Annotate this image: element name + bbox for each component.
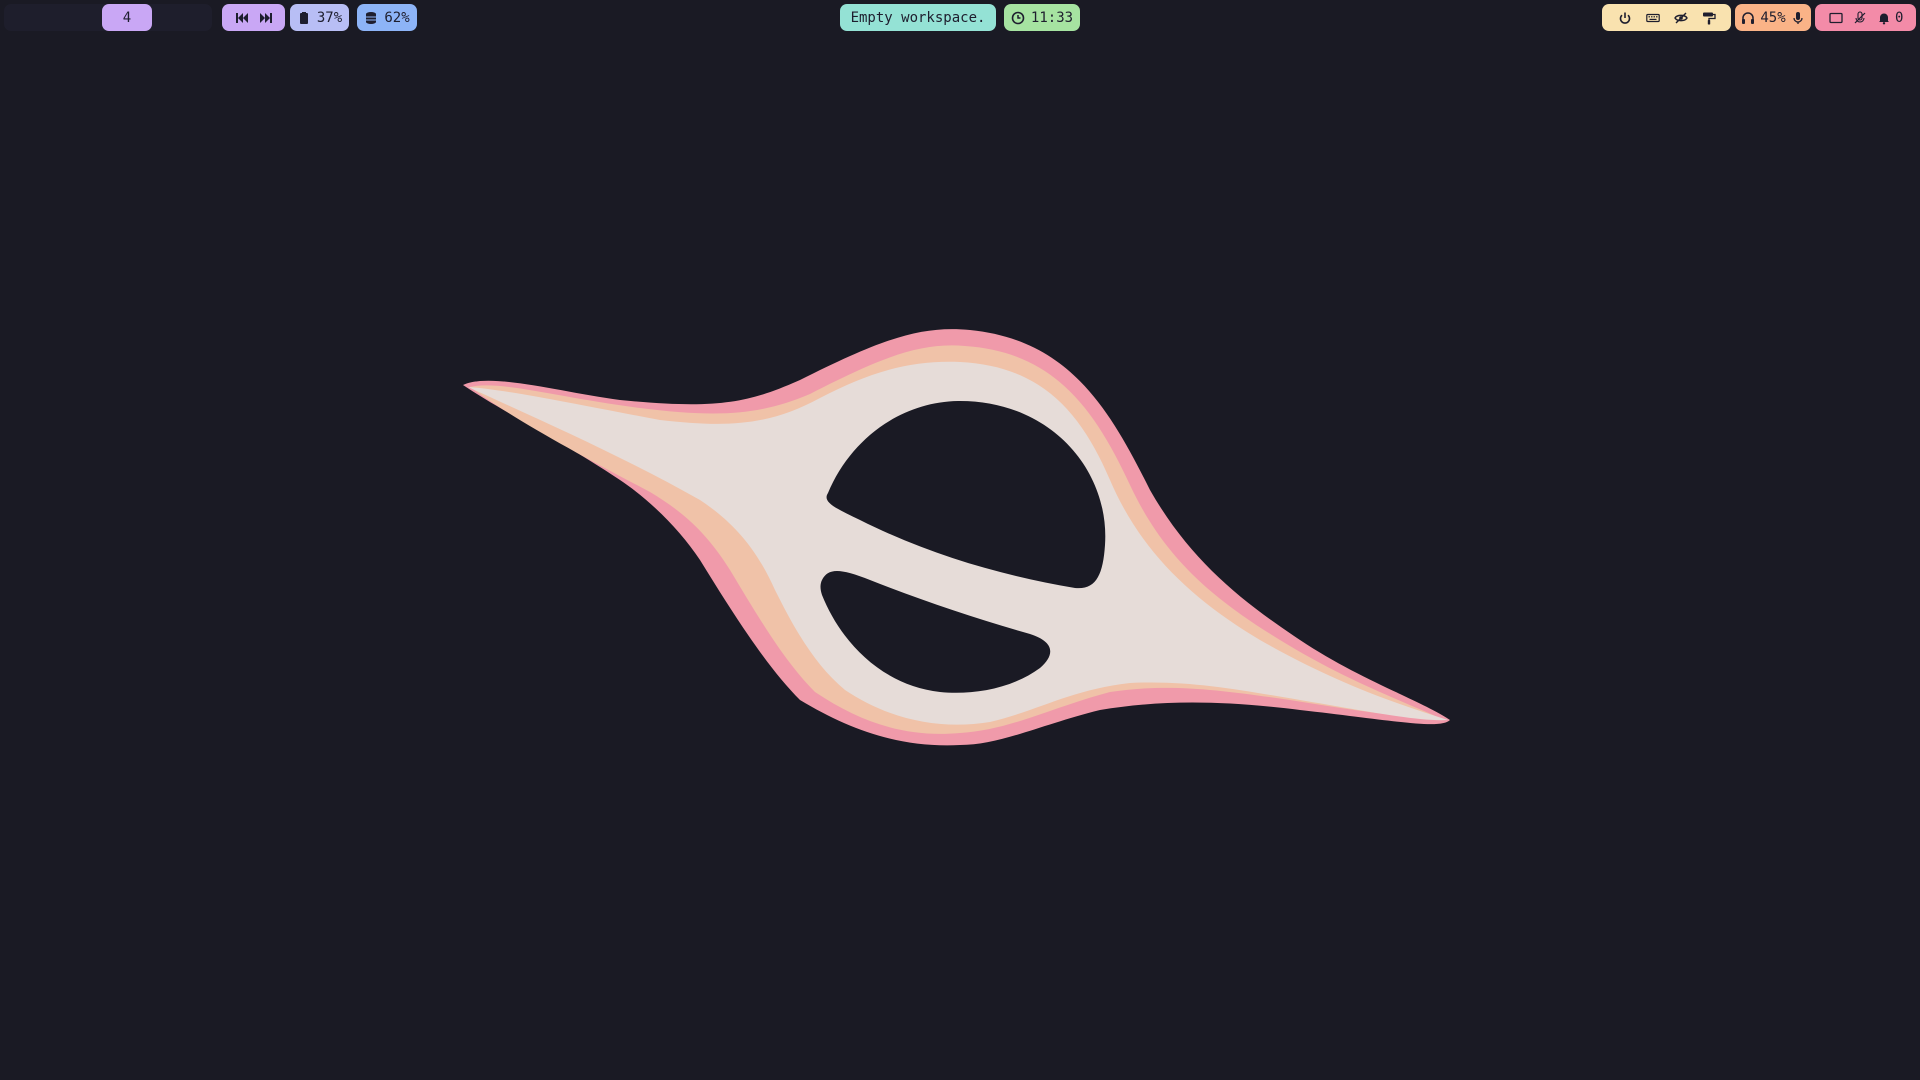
disk-indicator[interactable]: 62%	[357, 4, 417, 31]
desktop: 4 37% 62% Empty workspace. 11:33 45% 0	[0, 0, 1920, 1080]
window-title-text: Empty workspace.	[850, 9, 986, 26]
clock-icon	[1011, 11, 1025, 25]
database-icon	[364, 11, 378, 25]
skip-next-icon[interactable]	[259, 11, 273, 25]
notification-area: 0	[1815, 4, 1916, 31]
power-icon[interactable]	[1618, 11, 1632, 25]
clock[interactable]: 11:33	[1004, 4, 1080, 31]
battery-icon	[297, 11, 311, 25]
clock-time: 11:33	[1030, 9, 1074, 26]
wallpaper-logo	[463, 329, 1450, 746]
workspace-4-button[interactable]: 4	[102, 4, 152, 31]
mic-off-icon[interactable]	[1853, 10, 1867, 25]
screen-icon[interactable]	[1829, 11, 1843, 25]
headphones-icon	[1741, 11, 1755, 25]
audio-indicator[interactable]: 45%	[1735, 4, 1811, 31]
bell-icon[interactable]	[1877, 11, 1891, 25]
top-bar: 4 37% 62% Empty workspace. 11:33 45% 0	[0, 0, 1920, 35]
battery-indicator[interactable]: 37%	[290, 4, 349, 31]
microphone-icon[interactable]	[1791, 11, 1805, 25]
notification-count: 0	[1895, 9, 1904, 26]
battery-value: 37%	[316, 9, 343, 26]
window-title: Empty workspace.	[840, 4, 996, 31]
workspace-label: 4	[122, 9, 132, 26]
disk-value: 62%	[384, 9, 410, 26]
keyboard-icon[interactable]	[1645, 11, 1660, 25]
media-controls	[222, 4, 285, 31]
eye-off-icon[interactable]	[1673, 11, 1688, 25]
system-tray	[1602, 4, 1731, 31]
paint-roller-icon[interactable]	[1702, 11, 1716, 25]
volume-value: 45%	[1760, 9, 1786, 26]
skip-previous-icon[interactable]	[235, 11, 249, 25]
